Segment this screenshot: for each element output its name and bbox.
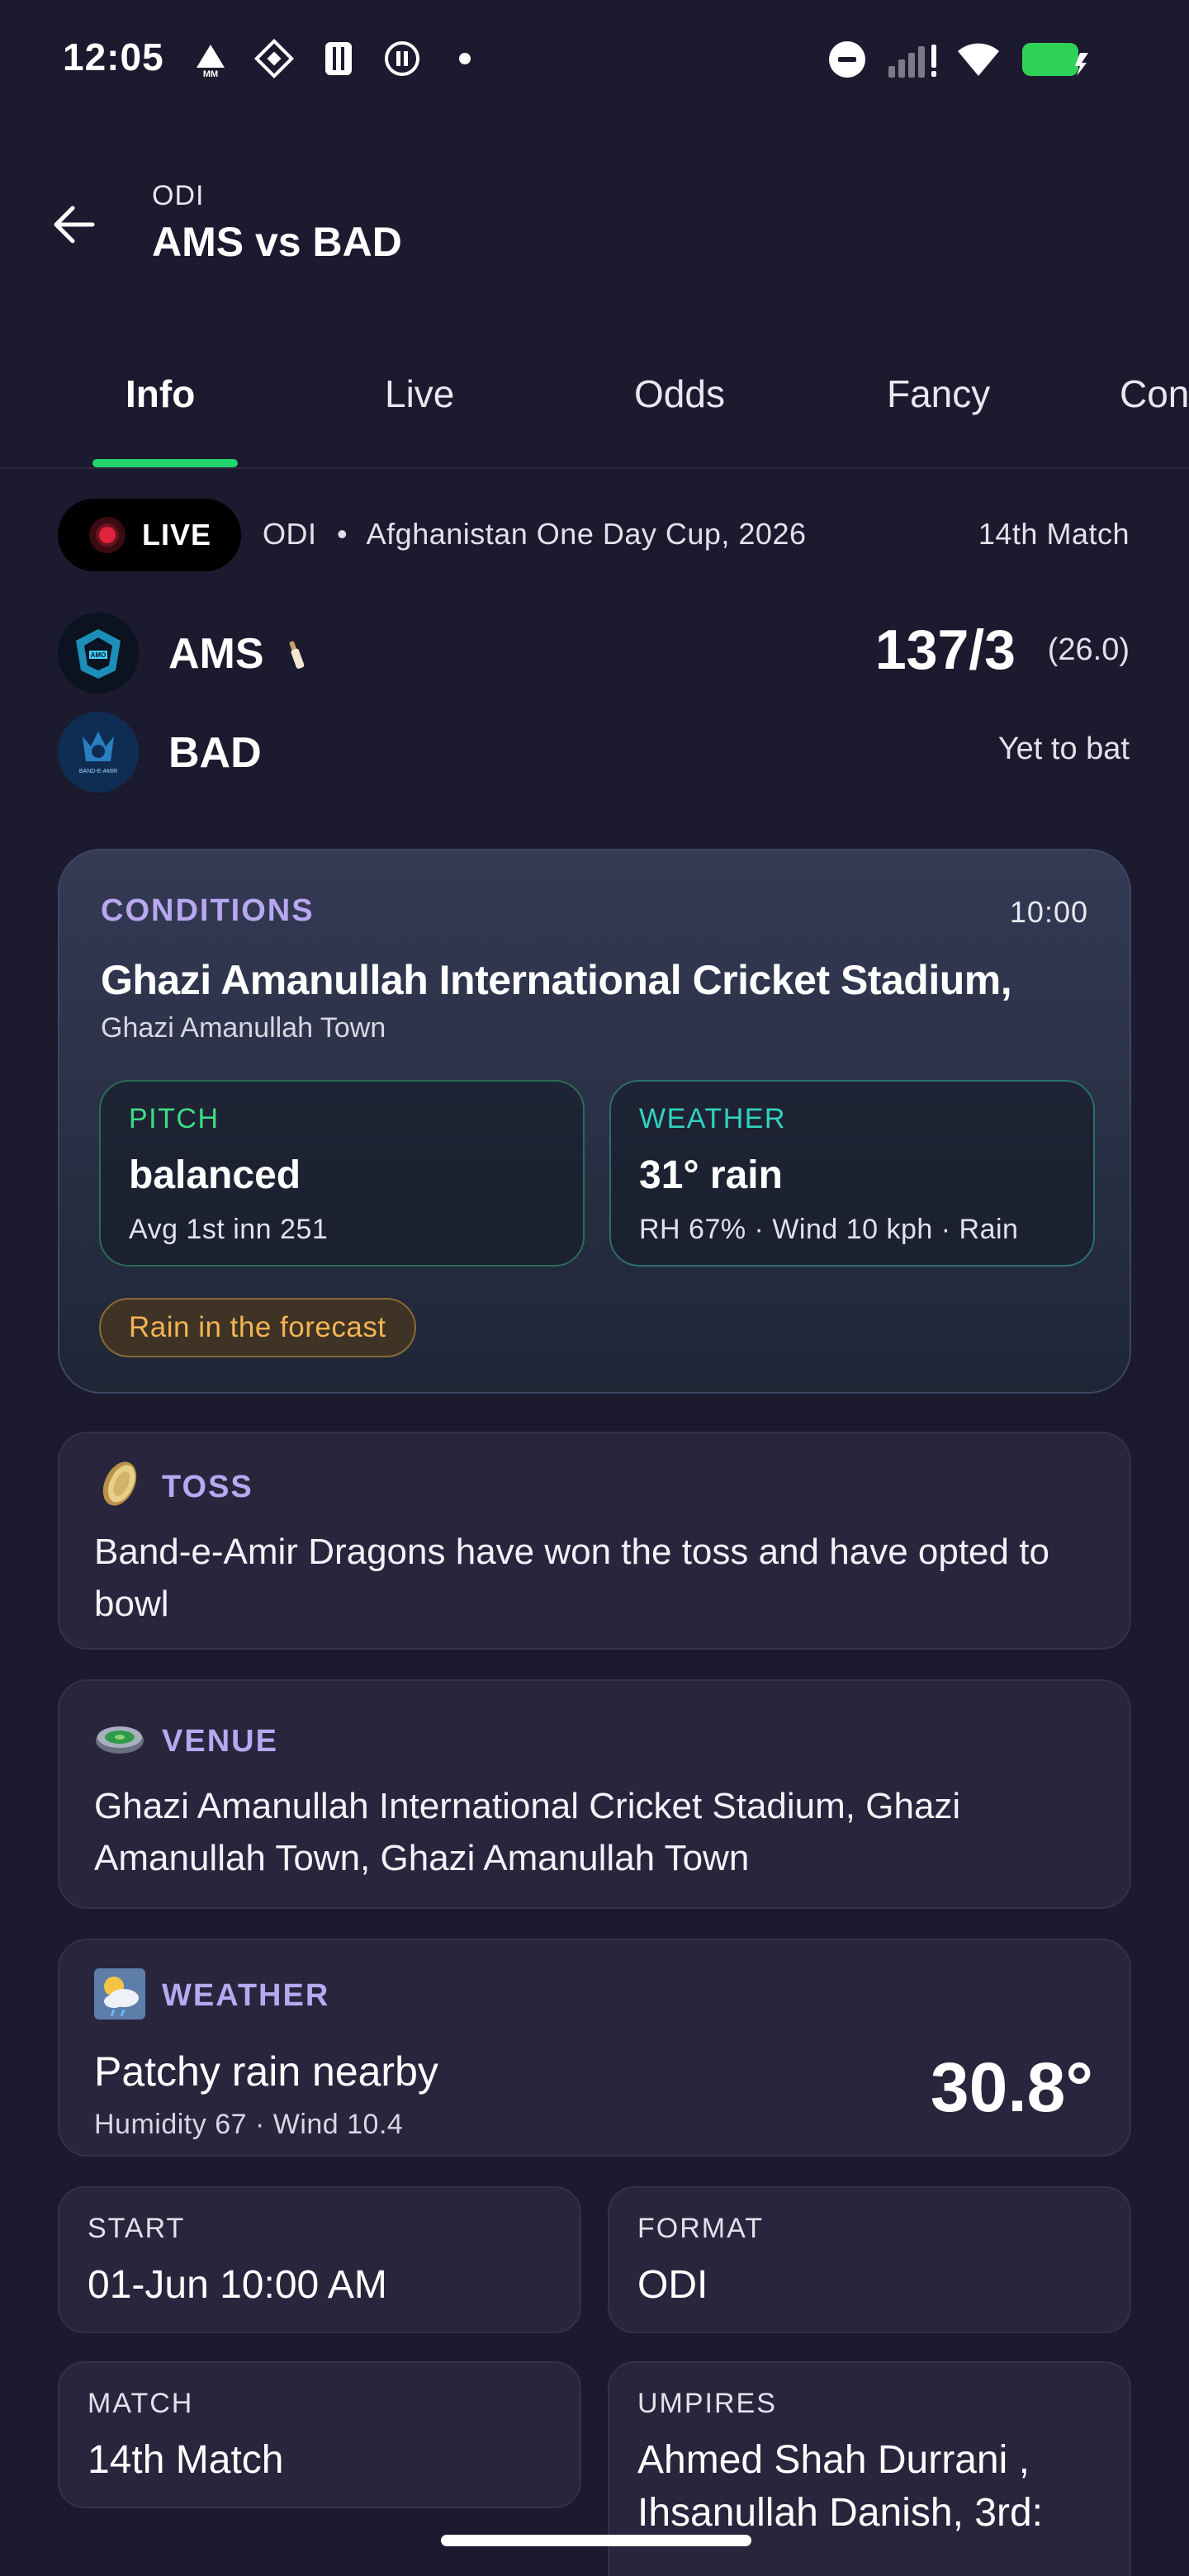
live-badge: LIVE — [58, 499, 241, 571]
team-status-bad: Yet to bat — [997, 732, 1130, 766]
svg-text:BAND-E-AMIR: BAND-E-AMIR — [79, 769, 117, 774]
team-overs-ams: (26.0) — [1047, 632, 1130, 667]
stadium-icon — [94, 1712, 145, 1764]
svg-text:MM: MM — [203, 69, 218, 78]
conditions-venue: Ghazi Amanullah International Cricket St… — [101, 957, 1012, 1003]
tab-active-indicator — [92, 459, 238, 467]
match-number: 14th Match — [978, 517, 1130, 551]
home-indicator[interactable] — [441, 2535, 751, 2546]
batting-bat-icon — [284, 639, 309, 672]
match-card: MATCH 14th Match — [58, 2361, 581, 2508]
tab-divider — [0, 467, 1189, 469]
weather-mini-card: WEATHER 31° rain RH 67% · Wind 10 kph · … — [609, 1080, 1095, 1267]
match-value: 14th Match — [88, 2438, 284, 2482]
status-time: 12:05 — [63, 36, 164, 78]
format-label: FORMAT — [637, 2213, 765, 2244]
toss-card: TOSS Band-e-Amir Dragons have won the to… — [58, 1432, 1131, 1650]
start-value: 01-Jun 10:00 AM — [88, 2263, 387, 2307]
conditions-card: CONDITIONS 10:00 Ghazi Amanullah Interna… — [58, 849, 1131, 1394]
meta-separator: • — [337, 517, 348, 551]
live-indicator-icon — [89, 517, 126, 553]
notification-icon: MM — [192, 38, 230, 79]
team-score-ams: 137/3 — [874, 618, 1016, 681]
pause-circle-icon — [381, 38, 423, 79]
partly-cloudy-rain-icon — [94, 1968, 145, 2020]
venue-text: Ghazi Amanullah International Cricket St… — [94, 1786, 961, 1878]
pitch-average: Avg 1st inn 251 — [129, 1214, 329, 1245]
tab-odds[interactable]: Odds — [634, 372, 725, 416]
tournament-name: Afghanistan One Day Cup, 2026 — [366, 517, 807, 551]
weather-details: Humidity 67 · Wind 10.4 — [94, 2109, 404, 2140]
weather-label: WEATHER — [162, 1978, 330, 2013]
signal-icon — [887, 41, 941, 79]
coin-icon — [94, 1458, 145, 1509]
start-card: START 01-Jun 10:00 AM — [58, 2186, 581, 2333]
format-value: ODI — [637, 2263, 708, 2307]
rain-alert-badge: Rain in the forecast — [99, 1298, 416, 1357]
venue-label: VENUE — [162, 1724, 278, 1759]
match-label: MATCH — [88, 2388, 194, 2419]
umpires-value: Ahmed Shah Durrani , Ihsanullah Danish, … — [637, 2438, 1043, 2535]
svg-text:AMO: AMO — [91, 651, 107, 659]
team-name-bad: BAD — [168, 729, 262, 777]
venue-card: VENUE Ghazi Amanullah International Cric… — [58, 1679, 1131, 1909]
format-card: FORMAT ODI — [608, 2186, 1131, 2333]
team-logo-ams: AMO — [58, 613, 139, 694]
tab-info[interactable]: Info — [126, 372, 195, 416]
toss-text: Band-e-Amir Dragons have won the toss an… — [94, 1532, 1049, 1624]
match-format-subtitle: ODI — [152, 180, 205, 211]
team-name-ams: AMS — [168, 630, 264, 678]
weather-summary: Patchy rain nearby — [94, 2048, 438, 2095]
pitch-value: balanced — [129, 1153, 301, 1197]
weather-mini-label: WEATHER — [639, 1103, 786, 1134]
app-notification-icon — [253, 38, 296, 79]
pitch-label: PITCH — [129, 1103, 220, 1134]
match-format: ODI — [263, 517, 317, 551]
conditions-time: 10:00 — [1009, 895, 1088, 929]
weather-card: WEATHER Patchy rain nearby Humidity 67 ·… — [58, 1939, 1131, 2157]
match-meta: ODI • Afghanistan One Day Cup, 2026 — [263, 517, 807, 552]
live-label: LIVE — [142, 518, 212, 552]
toss-label: TOSS — [162, 1470, 253, 1504]
umpires-label: UMPIRES — [637, 2388, 777, 2419]
more-notifications-dot — [459, 53, 471, 64]
conditions-town: Ghazi Amanullah Town — [101, 1012, 386, 1044]
battery-charging-icon — [1021, 41, 1090, 78]
team-logo-bad: BAND-E-AMIR — [58, 712, 139, 793]
tab-commentary[interactable]: Con — [1120, 372, 1189, 416]
pitch-card: PITCH balanced Avg 1st inn 251 — [99, 1080, 585, 1267]
conditions-label: CONDITIONS — [101, 893, 315, 928]
cricket-app-icon — [320, 38, 357, 79]
start-label: START — [88, 2213, 186, 2244]
tab-live[interactable]: Live — [385, 372, 454, 416]
do-not-disturb-icon — [829, 41, 865, 78]
page-title: AMS vs BAD — [152, 219, 402, 265]
weather-mini-details: RH 67% · Wind 10 kph · Rain — [639, 1214, 1019, 1245]
wifi-icon — [955, 38, 1002, 79]
tab-fancy[interactable]: Fancy — [887, 372, 990, 416]
weather-temperature: 30.8° — [930, 2048, 1093, 2126]
back-arrow-icon[interactable] — [50, 200, 99, 249]
weather-mini-value: 31° rain — [639, 1153, 783, 1197]
